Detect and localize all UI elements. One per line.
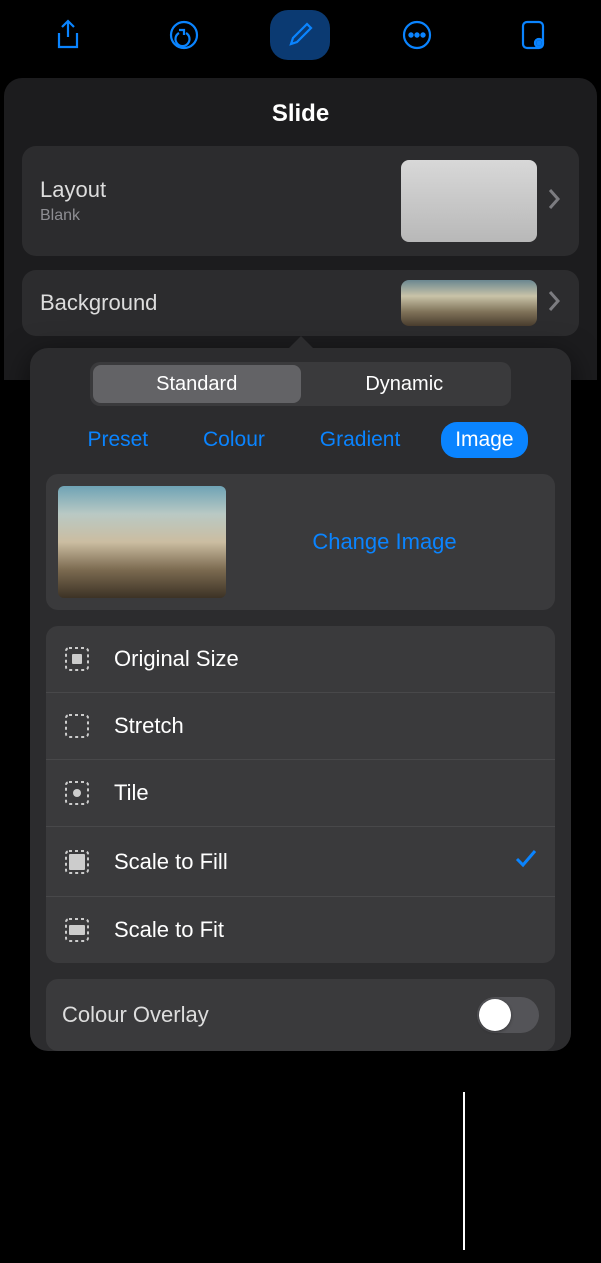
chevron-right-icon	[547, 289, 561, 318]
checkmark-icon	[513, 845, 539, 878]
segment-standard[interactable]: Standard	[93, 365, 301, 403]
option-scale-to-fit[interactable]: Scale to Fit	[46, 897, 555, 963]
colour-overlay-switch[interactable]	[477, 997, 539, 1033]
option-label: Tile	[114, 780, 539, 806]
tab-preset[interactable]: Preset	[73, 422, 162, 458]
scale-to-fill-icon	[62, 847, 92, 877]
option-label: Original Size	[114, 646, 539, 672]
undo-button[interactable]	[154, 10, 214, 60]
stretch-icon	[62, 711, 92, 741]
scale-options-list: Original Size Stretch Tile Scale to Fill	[46, 626, 555, 963]
scale-to-fit-icon	[62, 915, 92, 945]
option-label: Scale to Fit	[114, 917, 539, 943]
tile-icon	[62, 778, 92, 808]
background-label: Background	[40, 290, 401, 316]
share-button[interactable]	[38, 10, 98, 60]
panel-title: Slide	[4, 78, 597, 146]
toolbar	[0, 0, 601, 70]
background-row[interactable]: Background	[22, 270, 579, 336]
option-tile[interactable]: Tile	[46, 760, 555, 827]
segment-dynamic[interactable]: Dynamic	[301, 365, 509, 403]
fill-segment: Standard Dynamic	[90, 362, 511, 406]
option-label: Stretch	[114, 713, 539, 739]
change-image-row[interactable]: Change Image	[46, 474, 555, 610]
tab-gradient[interactable]: Gradient	[306, 422, 415, 458]
option-stretch[interactable]: Stretch	[46, 693, 555, 760]
background-popup: Standard Dynamic Preset Colour Gradient …	[30, 348, 571, 1051]
presenter-view-button[interactable]	[503, 10, 563, 60]
colour-overlay-row: Colour Overlay	[46, 979, 555, 1051]
layout-thumbnail	[401, 160, 537, 242]
original-size-icon	[62, 644, 92, 674]
option-original-size[interactable]: Original Size	[46, 626, 555, 693]
image-thumbnail	[58, 486, 226, 598]
change-image-label: Change Image	[226, 529, 543, 555]
layout-row[interactable]: Layout Blank	[22, 146, 579, 256]
option-label: Scale to Fill	[114, 849, 513, 875]
format-brush-button[interactable]	[270, 10, 330, 60]
tab-image[interactable]: Image	[441, 422, 527, 458]
switch-knob	[479, 999, 511, 1031]
chevron-right-icon	[547, 187, 561, 216]
callout-line	[463, 1092, 465, 1250]
fill-tabs: Preset Colour Gradient Image	[60, 422, 541, 458]
option-scale-to-fill[interactable]: Scale to Fill	[46, 827, 555, 897]
layout-label: Layout	[40, 177, 401, 203]
slide-panel: Slide Layout Blank Background	[4, 78, 597, 380]
background-thumbnail	[401, 280, 537, 326]
colour-overlay-label: Colour Overlay	[62, 1002, 477, 1028]
layout-subtitle: Blank	[40, 207, 401, 225]
tab-colour[interactable]: Colour	[189, 422, 279, 458]
more-button[interactable]	[387, 10, 447, 60]
